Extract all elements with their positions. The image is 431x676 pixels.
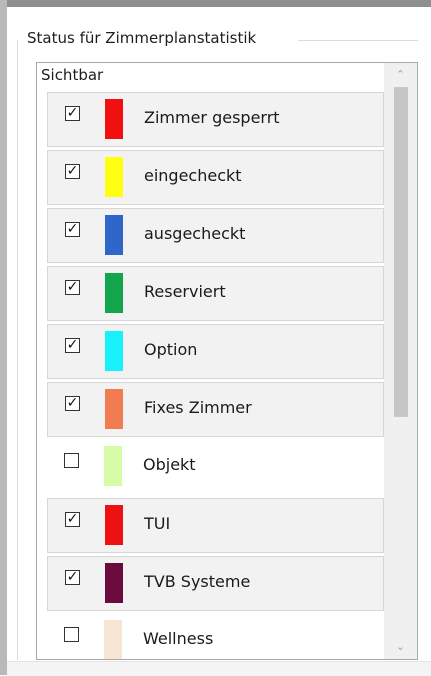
color-swatch — [105, 563, 123, 603]
check-icon: ✓ — [66, 221, 79, 237]
list-item[interactable]: ✓ TUI — [47, 498, 384, 553]
status-label: TUI — [144, 514, 171, 533]
checkbox[interactable]: ✓ — [65, 105, 80, 121]
checkbox[interactable]: ✓ — [65, 163, 80, 179]
list-item[interactable]: ✓ TVB Systeme — [47, 556, 384, 611]
color-swatch — [105, 389, 123, 429]
status-label: Fixes Zimmer — [144, 398, 252, 417]
checkbox[interactable]: ✓ — [65, 221, 80, 237]
list-item[interactable]: ✓ ausgecheckt — [47, 208, 384, 263]
list-item[interactable]: ✓ Reserviert — [47, 266, 384, 321]
check-icon: ✓ — [66, 395, 79, 411]
chevron-up-icon[interactable]: ⌃ — [384, 63, 417, 87]
window-bottom-strip — [7, 661, 431, 676]
check-icon: ✓ — [66, 279, 79, 295]
status-label: Objekt — [143, 455, 196, 474]
status-label: Wellness — [143, 629, 214, 648]
check-icon: ✓ — [66, 511, 79, 527]
list-item[interactable]: ✓ Zimmer gesperrt — [47, 92, 384, 147]
list-item[interactable]: Objekt — [47, 440, 384, 495]
color-swatch — [105, 273, 123, 313]
status-label: ausgecheckt — [144, 224, 246, 243]
color-swatch — [105, 99, 123, 139]
color-swatch — [105, 157, 123, 197]
vertical-scrollbar[interactable]: ⌃ ⌄ — [384, 63, 417, 659]
checkbox[interactable]: ✓ — [65, 511, 80, 527]
checkbox[interactable] — [64, 627, 79, 642]
groupbox-title: Status für Zimmerplanstatistik — [24, 29, 260, 47]
check-icon: ✓ — [66, 569, 79, 585]
color-swatch — [105, 215, 123, 255]
status-checklist[interactable]: Sichtbar ✓ Zimmer gesperrt ✓ eingecheckt ✓ au… — [36, 62, 418, 660]
checkbox[interactable] — [64, 453, 79, 468]
list-header-visible: Sichtbar — [41, 66, 104, 84]
status-label: TVB Systeme — [144, 572, 251, 591]
chevron-down-icon[interactable]: ⌄ — [384, 635, 417, 659]
check-icon: ✓ — [66, 105, 79, 121]
window-left-border — [0, 0, 7, 675]
status-label: Zimmer gesperrt — [144, 108, 280, 127]
status-label: eingecheckt — [144, 166, 242, 185]
list-item[interactable]: ✓ Fixes Zimmer — [47, 382, 384, 437]
window-top-border — [0, 0, 431, 7]
groupbox-border-top — [298, 40, 418, 41]
color-swatch — [105, 505, 123, 545]
color-swatch — [104, 620, 122, 659]
list-item[interactable]: Wellness — [47, 614, 384, 659]
color-swatch — [104, 446, 122, 486]
color-swatch — [105, 331, 123, 371]
list-item[interactable]: ✓ eingecheckt — [47, 150, 384, 205]
checkbox[interactable]: ✓ — [65, 279, 80, 295]
scroll-thumb[interactable] — [394, 87, 408, 417]
status-label: Reserviert — [144, 282, 226, 301]
check-icon: ✓ — [66, 163, 79, 179]
status-label: Option — [144, 340, 198, 359]
checkbox[interactable]: ✓ — [65, 337, 80, 353]
checkbox[interactable]: ✓ — [65, 395, 80, 411]
list-item[interactable]: ✓ Option — [47, 324, 384, 379]
check-icon: ✓ — [66, 337, 79, 353]
groupbox-border — [17, 40, 18, 660]
checkbox[interactable]: ✓ — [65, 569, 80, 585]
